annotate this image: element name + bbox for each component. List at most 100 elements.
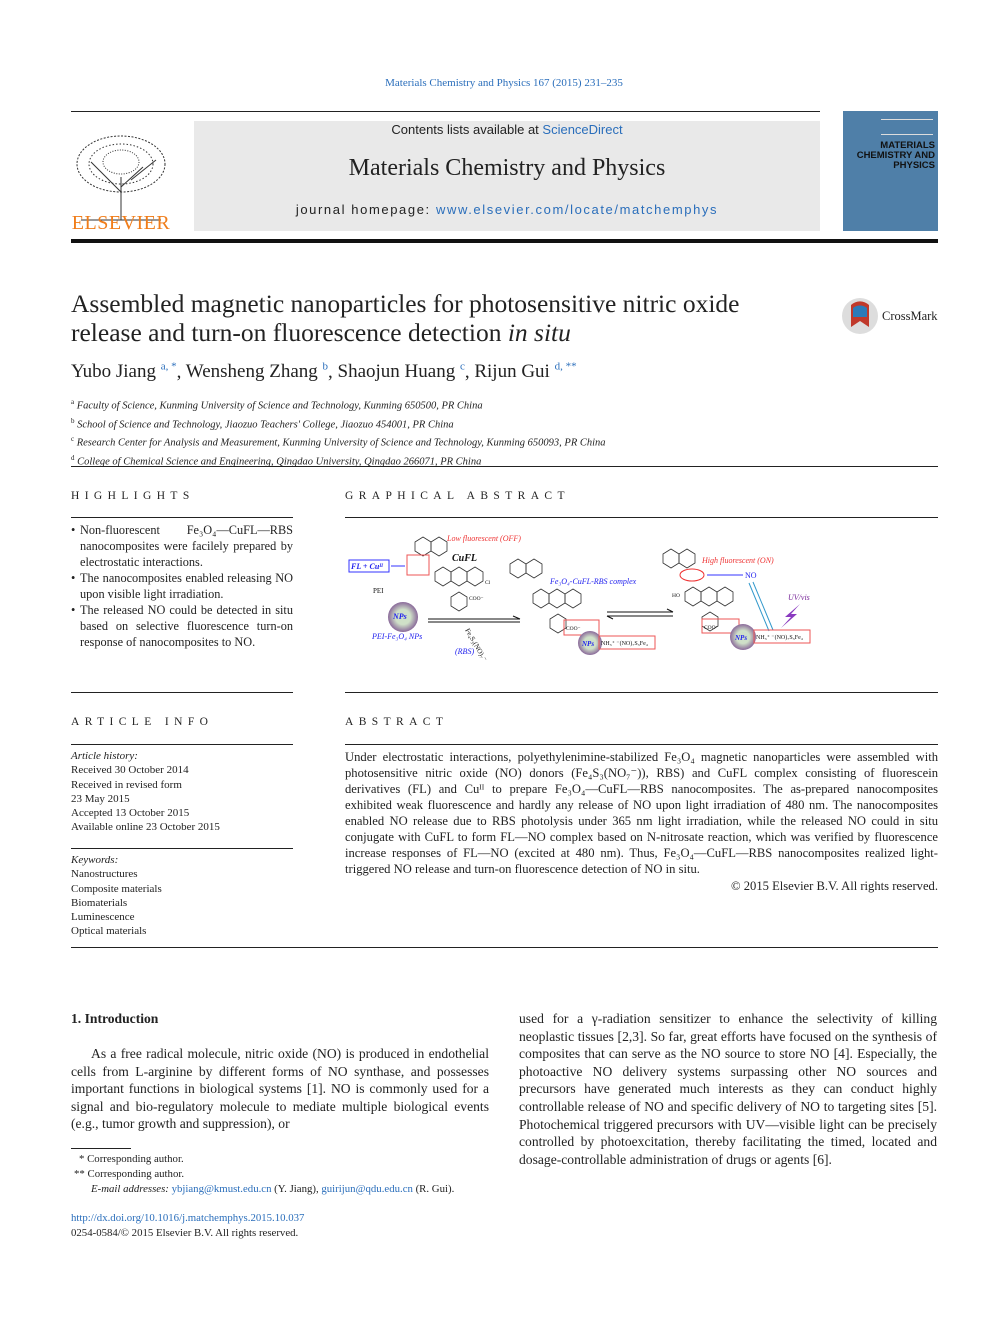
keyword: Composite materials — [71, 882, 162, 895]
email-link[interactable]: guirijun@qdu.edu.cn — [321, 1183, 413, 1195]
email-label: E-mail addresses: — [91, 1183, 172, 1195]
divider — [71, 517, 293, 518]
abstract-heading: ABSTRACT — [345, 716, 449, 728]
divider — [71, 466, 938, 467]
author-sup[interactable]: d, ** — [555, 361, 577, 373]
ga-cu-box — [406, 554, 430, 576]
footnote: * Corresponding author. — [79, 1153, 184, 1165]
footnotes: * Corresponding author. ** Corresponding… — [71, 1152, 491, 1197]
ga-arrow — [428, 615, 521, 623]
cover-stripes — [881, 119, 933, 135]
divider — [71, 947, 938, 948]
title-text: Assembled magnetic nanoparticles for pho… — [71, 289, 740, 347]
author[interactable]: Shaojun Huang c — [338, 361, 465, 382]
affil-text: Research Center for Analysis and Measure… — [76, 437, 606, 449]
author-sup[interactable]: c — [460, 361, 465, 373]
ga-rbs-label: (RBS) — [455, 647, 474, 656]
history-item: Available online 23 October 2015 — [71, 821, 220, 834]
ga-no-label: NO — [745, 571, 757, 580]
article-info-heading: ARTICLE INFO — [71, 716, 214, 728]
affil-key: b — [71, 416, 75, 425]
homepage-line: journal homepage: www.elsevier.com/locat… — [194, 202, 820, 217]
ga-no-circle — [679, 568, 705, 582]
abstract: Under electrostatic interactions, polyet… — [345, 749, 938, 894]
ga-coo-label: COO⁻ — [704, 625, 719, 631]
highlight-item: Non-fluorescent Fe₃O₄—CuFL—RBS nanocompo… — [71, 522, 293, 570]
keywords: Keywords: Nanostructures Composite mater… — [71, 853, 293, 939]
intro-column-1: As a free radical molecule, nitric oxide… — [71, 1046, 489, 1132]
affiliation: b School of Science and Technology, Jiao… — [71, 414, 606, 433]
author[interactable]: Yubo Jiang a, * — [71, 361, 177, 382]
intro-heading: 1. Introduction — [71, 1011, 159, 1026]
affil-key: d — [71, 454, 75, 463]
highlight-item: The released NO could be detected in sit… — [71, 602, 293, 650]
ga-nps-label: NPs — [581, 640, 594, 648]
article-history: Article history: Received 30 October 201… — [71, 749, 293, 835]
ga-cufl-label: CuFL — [452, 553, 477, 564]
affiliation: a Faculty of Science, Kunming University… — [71, 395, 606, 414]
divider — [345, 744, 938, 745]
email-link[interactable]: ybjiang@kmust.edu.cn — [172, 1183, 272, 1195]
history-item: Accepted 13 October 2015 — [71, 807, 190, 820]
affil-text: School of Science and Technology, Jiaozu… — [77, 419, 454, 431]
ga-flcu-label: FL + Cuᴵᴵ — [350, 562, 384, 571]
ga-light-bolt-icon — [781, 604, 800, 628]
journal-banner: Contents lists available at ScienceDirec… — [194, 121, 820, 231]
doi-link[interactable]: http://dx.doi.org/10.1016/j.matchemphys.… — [71, 1211, 304, 1226]
divider — [71, 111, 820, 112]
ga-complex-label: Fe₃O₄-CuFL-RBS complex — [549, 577, 637, 586]
keyword: Biomaterials — [71, 896, 128, 909]
ga-molecule-2 — [509, 558, 582, 634]
issn-line: 0254-0584/© 2015 Elsevier B.V. All right… — [71, 1227, 299, 1239]
contents-prefix: Contents lists available at — [391, 122, 543, 137]
doi-block: http://dx.doi.org/10.1016/j.matchemphys.… — [71, 1211, 304, 1241]
keyword: Nanostructures — [71, 868, 138, 881]
affil-key: a — [71, 398, 75, 406]
ga-high-label: High fluorescent (ON) — [701, 556, 774, 565]
cover-title: MATERIALS CHEMISTRY AND PHYSICS — [856, 140, 935, 171]
divider — [345, 692, 938, 693]
abstract-text: Under electrostatic interactions, polyet… — [345, 750, 938, 876]
journal-name: Materials Chemistry and Physics — [348, 155, 666, 181]
ga-coo-label: COO⁻ — [566, 626, 581, 632]
ga-coo-label: COO⁻ — [469, 596, 484, 602]
article-title: Assembled magnetic nanoparticles for pho… — [71, 289, 801, 347]
contents-line: Contents lists available at ScienceDirec… — [194, 122, 820, 137]
keyword: Luminescence — [71, 911, 135, 924]
ga-cl-label: Cl — [485, 580, 491, 586]
author[interactable]: Wensheng Zhang b — [186, 361, 328, 382]
ga-nh3-rbs: NH₃⁺ ⁻(NO)₇S₃Fe₄ — [601, 640, 648, 647]
sciencedirect-link[interactable]: ScienceDirect — [542, 122, 622, 137]
journal-citation[interactable]: Materials Chemistry and Physics 167 (201… — [0, 77, 992, 89]
email-owner: (R. Gui). — [412, 1183, 455, 1195]
ga-uv-label: UV/vis — [788, 593, 810, 602]
ga-equilibrium-arrow — [606, 608, 674, 620]
affil-key: c — [71, 435, 75, 444]
title-italic: in situ — [507, 318, 571, 347]
ga-low-label: Low fluorescent (OFF) — [446, 534, 521, 543]
history-item: Received 30 October 2014 — [71, 764, 189, 777]
author-name: Rijun Gui — [474, 361, 550, 383]
ga-arrow — [748, 581, 774, 632]
author-name: Wensheng Zhang — [185, 361, 318, 383]
graphical-abstract-figure: Low fluorescent (OFF) CuFL FL + Cuᴵᴵ COO… — [348, 534, 811, 663]
email-owner: (Y. Jiang), — [271, 1183, 322, 1195]
author-sup[interactable]: b — [323, 361, 329, 373]
ga-nps-label: NPs — [734, 634, 747, 642]
ga-nh3-rbs: NH₃⁺ ⁻(NO)₇S₃Fe₄ — [756, 634, 803, 641]
divider — [71, 692, 293, 693]
email-line: E-mail addresses: ybjiang@kmust.edu.cn (… — [71, 1182, 491, 1197]
thick-divider — [71, 239, 938, 243]
affiliation: c Research Center for Analysis and Measu… — [71, 432, 606, 451]
author[interactable]: Rijun Gui d, ** — [474, 361, 576, 382]
copyright: © 2015 Elsevier B.V. All rights reserved… — [731, 879, 938, 893]
crossmark-button[interactable]: CrossMark — [841, 297, 941, 335]
history-item: Received in revised form — [71, 778, 182, 791]
ga-pei-label: PEI — [373, 587, 384, 595]
homepage-link[interactable]: www.elsevier.com/locate/matchemphys — [436, 202, 718, 217]
ga-pei-fe3o4-label: PEI-Fe₃O₄ NPs — [371, 632, 422, 641]
affiliations: a Faculty of Science, Kunming University… — [71, 395, 606, 470]
affil-text: Faculty of Science, Kunming University o… — [76, 400, 483, 412]
author-name: Shaojun Huang — [337, 361, 456, 383]
author-sup[interactable]: a, * — [161, 361, 177, 373]
